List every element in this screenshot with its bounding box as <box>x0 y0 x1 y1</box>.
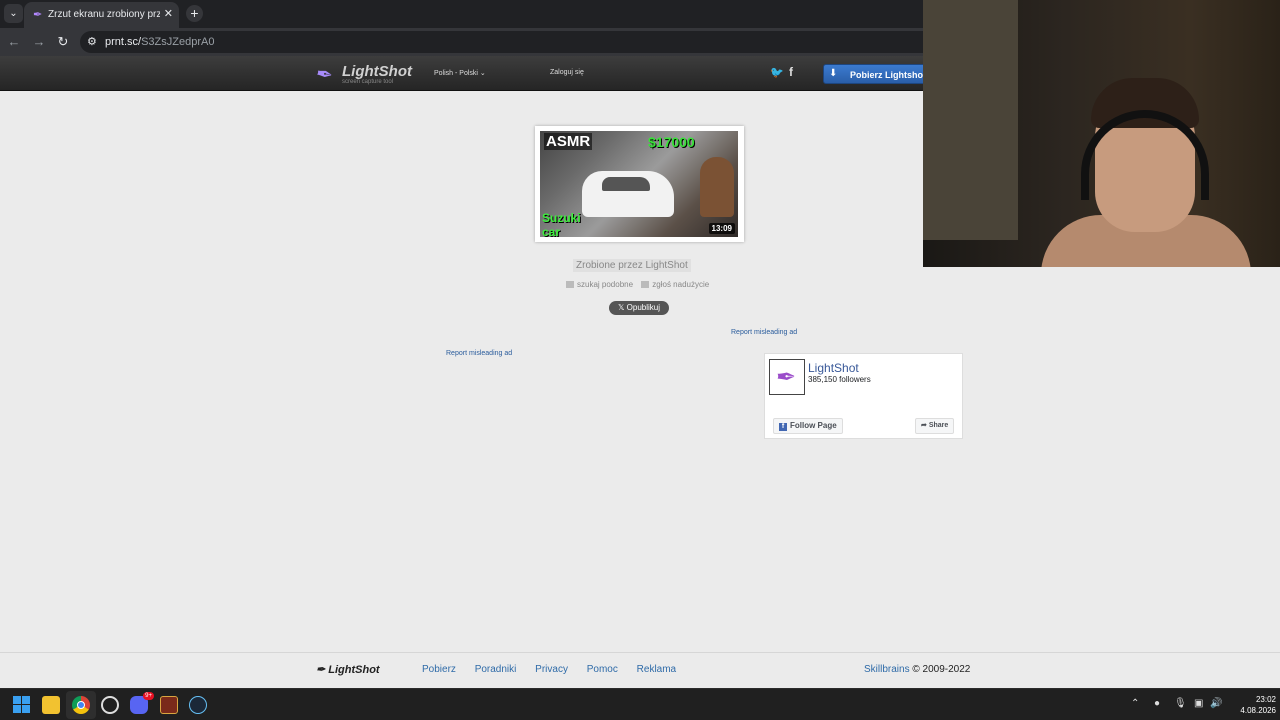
lightshot-favicon-icon: ✒ <box>33 9 43 21</box>
thumbnail-model-text: Suzuki car <box>542 211 581 237</box>
fb-follower-count: 385,150 followers <box>808 375 871 384</box>
copyright: Skillbrains © 2009-2022 <box>864 664 970 675</box>
file-explorer-icon[interactable] <box>42 696 60 714</box>
browser-tab[interactable]: ✒ Zrzut ekranu zrobiony przez Lig ✕ <box>24 2 179 28</box>
feather-logo-icon: ✒ <box>316 664 326 676</box>
car-window-shape <box>602 177 650 191</box>
site-logo[interactable]: LightShot <box>342 63 412 80</box>
new-tab-icon[interactable]: + <box>186 5 203 22</box>
start-tile <box>22 696 30 704</box>
login-link[interactable]: Zaloguj się <box>550 69 584 76</box>
taskbar: 9+ ⌃ ● 🎙 ▣ 🔊 23:02 4.08.2026 <box>0 688 1280 720</box>
video-duration: 13:09 <box>708 223 735 234</box>
start-tile <box>13 705 21 713</box>
start-tile <box>13 696 21 704</box>
screenshot-image[interactable]: ASMR $17000 Suzuki car 13:09 <box>540 131 738 237</box>
thumbnail-asmr-text: ASMR <box>544 133 593 150</box>
site-settings-icon[interactable]: ⚙ <box>87 35 97 48</box>
footer-link-privacy[interactable]: Privacy <box>535 664 568 675</box>
x-icon: 𝕏 <box>617 303 625 312</box>
discord-icon[interactable]: 9+ <box>130 692 154 714</box>
clock-time: 23:02 <box>1255 695 1276 704</box>
share-label: Share <box>928 422 949 429</box>
follow-label: Follow Page <box>790 421 837 430</box>
download-label: Pobierz Lightshot z <box>850 70 933 80</box>
publish-label: Opublikuj <box>626 303 661 312</box>
url-host: prnt.sc/ <box>105 36 142 48</box>
tray-overflow-icon[interactable]: ⌃ <box>1131 698 1139 709</box>
feather-logo-icon: ✒ <box>776 364 797 391</box>
chrome-icon-center <box>77 701 85 709</box>
made-by-label: Zrobione przez LightShot <box>573 259 691 272</box>
image-actions: szukaj podobne zgłoś nadużycie <box>566 280 709 289</box>
report-abuse-link[interactable]: zgłoś nadużycie <box>652 280 709 289</box>
publish-button[interactable]: 𝕏 Opublikuj <box>609 301 669 315</box>
tab-search-icon[interactable]: ⌄ <box>4 4 23 23</box>
person-shape <box>700 157 734 217</box>
footer-link-guides[interactable]: Poradniki <box>475 664 517 675</box>
report-misleading-ad-link[interactable]: Report misleading ad <box>731 329 797 336</box>
tab-title: Zrzut ekranu zrobiony przez Lig <box>48 9 160 20</box>
chrome-icon[interactable] <box>72 696 90 714</box>
camera-icon <box>566 281 574 288</box>
language-selector[interactable]: Polish - Polski ⌄ <box>434 69 486 77</box>
app-icon[interactable] <box>101 696 119 714</box>
webcam-background-panel <box>923 0 1018 240</box>
clock-date: 4.08.2026 <box>1240 706 1276 715</box>
security-icon[interactable]: ● <box>1154 698 1160 709</box>
reload-icon[interactable]: ↻ <box>55 34 71 50</box>
download-icon: ⬇ <box>829 68 838 79</box>
feather-logo-icon: ✒ <box>314 62 335 88</box>
webcam-overlay <box>923 0 1280 267</box>
share-icon: ➦ <box>921 422 927 429</box>
volume-icon[interactable]: 🔊 <box>1210 698 1222 709</box>
url-path: S3ZsJZedprA0 <box>141 36 215 48</box>
thumbnail-price-text: $17000 <box>648 134 695 150</box>
avatar[interactable]: ✒ <box>769 359 805 395</box>
windows-start-icon[interactable] <box>13 696 31 714</box>
screenshot-card[interactable]: ASMR $17000 Suzuki car 13:09 <box>535 126 744 242</box>
game-app-icon[interactable] <box>160 696 178 714</box>
facebook-page-widget: ✒ LightShot 385,150 followers f Follow Pa… <box>764 353 963 439</box>
flag-icon <box>641 281 650 288</box>
skillbrains-link[interactable]: Skillbrains <box>864 664 910 675</box>
notification-badge: 9+ <box>143 692 154 700</box>
share-button[interactable]: ➦ Share <box>915 418 955 434</box>
footer-link-download[interactable]: Pobierz <box>422 664 456 675</box>
site-footer: ✒ LightShot Pobierz Poradniki Privacy Po… <box>0 652 1280 688</box>
twitter-icon[interactable]: 🐦 <box>770 66 784 79</box>
footer-logo-text: LightShot <box>328 664 380 676</box>
close-tab-icon[interactable]: ✕ <box>164 7 173 20</box>
fb-page-name[interactable]: LightShot <box>808 361 859 375</box>
steam-icon[interactable] <box>189 696 207 714</box>
facebook-icon: f <box>779 423 787 431</box>
footer-links: Pobierz Poradniki Privacy Pomoc Reklama <box>422 664 692 675</box>
network-icon[interactable]: ▣ <box>1194 698 1203 709</box>
back-arrow-icon[interactable]: ← <box>6 34 22 50</box>
facebook-icon[interactable]: f <box>789 65 793 79</box>
url-text: prnt.sc/S3ZsJZedprA0 <box>105 36 214 48</box>
copyright-text: © 2009-2022 <box>912 664 971 675</box>
footer-logo[interactable]: ✒ LightShot <box>316 663 380 676</box>
site-tagline: screen capture tool <box>342 79 394 85</box>
footer-link-help[interactable]: Pomoc <box>587 664 618 675</box>
forward-arrow-icon[interactable]: → <box>31 34 47 50</box>
system-clock[interactable]: 23:02 4.08.2026 <box>1226 694 1276 716</box>
microphone-icon[interactable]: 🎙 <box>1174 698 1187 709</box>
report-misleading-ad-link[interactable]: Report misleading ad <box>446 350 512 357</box>
chevron-down-icon: ⌄ <box>479 70 486 77</box>
language-label: Polish - Polski <box>434 70 478 77</box>
search-similar-link[interactable]: szukaj podobne <box>577 280 633 289</box>
start-tile <box>22 705 30 713</box>
follow-page-button[interactable]: f Follow Page <box>773 418 843 434</box>
footer-link-ads[interactable]: Reklama <box>637 664 676 675</box>
